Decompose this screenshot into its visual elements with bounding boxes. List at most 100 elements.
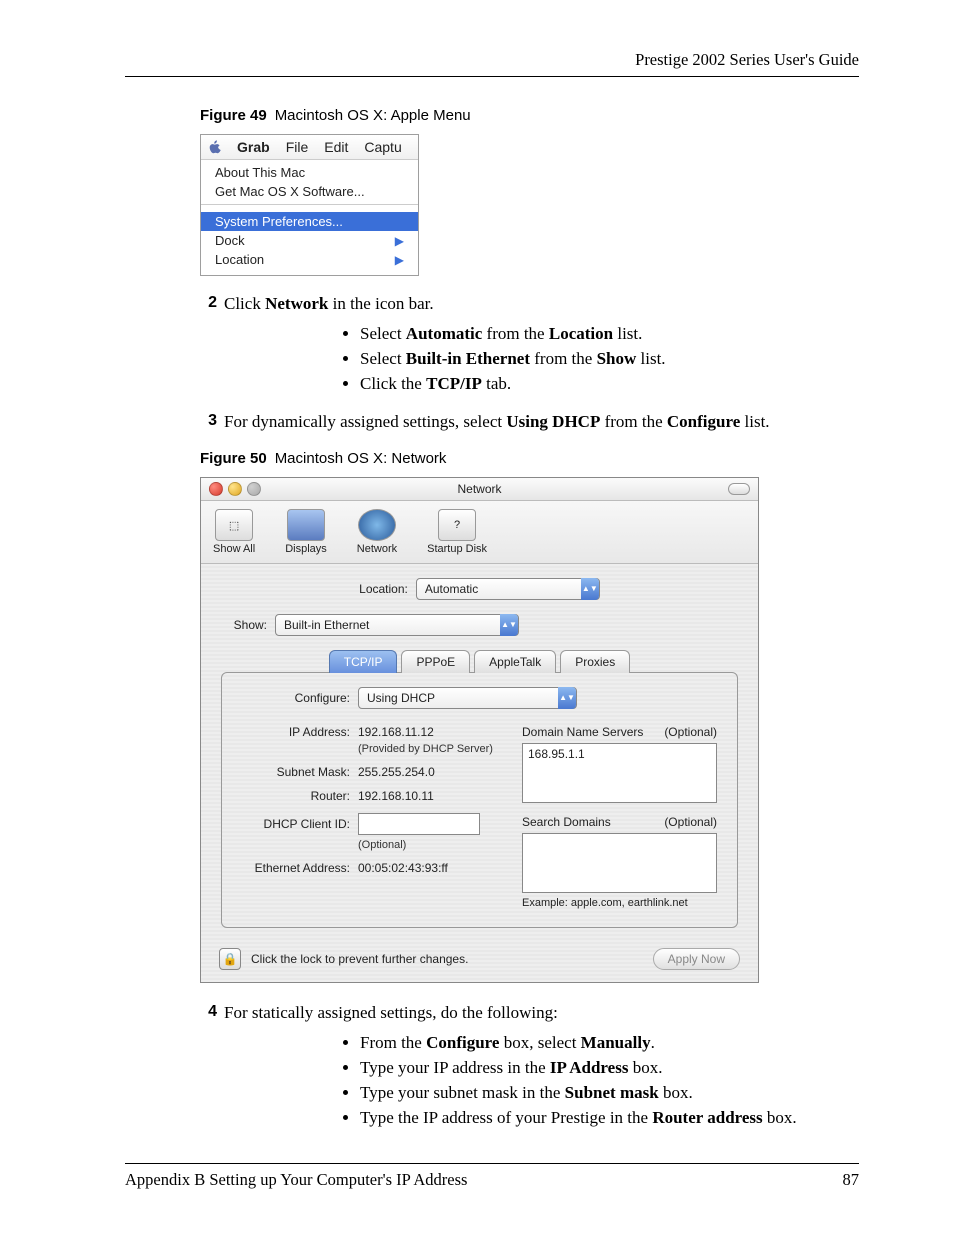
- zoom-icon[interactable]: [247, 482, 261, 496]
- apple-icon[interactable]: [207, 140, 221, 154]
- toolbar: ⬚ Show All Displays Network ? Startup Disk: [201, 501, 758, 564]
- page-footer: Appendix B Setting up Your Computer's IP…: [125, 1163, 859, 1190]
- displays-icon: [287, 509, 325, 541]
- search-label: Search Domains: [522, 815, 611, 829]
- fig49-text: Macintosh OS X: Apple Menu: [275, 107, 471, 124]
- fig50-num: Figure 50: [200, 450, 267, 467]
- show-select[interactable]: Built-in Ethernet▲▼: [275, 614, 519, 636]
- step-num: 4: [200, 1003, 217, 1023]
- location-label: Location:: [359, 582, 408, 596]
- menubar-app[interactable]: Grab: [237, 139, 270, 155]
- step4-bullets: From the Configure box, select Manually.…: [360, 1033, 859, 1128]
- menu-dock[interactable]: Dock ▶: [201, 231, 418, 250]
- search-textarea[interactable]: [522, 833, 717, 893]
- bullet: Select Built-in Ethernet from the Show l…: [360, 349, 859, 369]
- router-value: 192.168.10.11: [358, 789, 434, 803]
- t: in the icon bar.: [328, 294, 433, 313]
- t: Network: [265, 294, 328, 313]
- footer-appendix: Appendix B Setting up Your Computer's IP…: [125, 1170, 467, 1190]
- toolbar-showall[interactable]: ⬚ Show All: [213, 509, 255, 555]
- ip-value: 192.168.11.12: [358, 725, 434, 739]
- step-4: 4 For statically assigned settings, do t…: [200, 1003, 859, 1023]
- submenu-arrow-icon: ▶: [395, 234, 404, 248]
- configure-label: Configure:: [242, 691, 350, 705]
- figure49-caption: Figure 49 Macintosh OS X: Apple Menu: [200, 107, 859, 124]
- subnet-label: Subnet Mask:: [242, 765, 350, 779]
- submenu-arrow-icon: ▶: [395, 253, 404, 267]
- toolbar-startup[interactable]: ? Startup Disk: [427, 509, 487, 555]
- menu-location-label: Location: [215, 252, 264, 267]
- chevron-updown-icon: ▲▼: [558, 687, 576, 709]
- step-2: 2 Click Network in the icon bar.: [200, 294, 859, 314]
- menu-sysprefs[interactable]: System Preferences...: [201, 212, 418, 231]
- fig49-num: Figure 49: [200, 107, 267, 124]
- chevron-updown-icon: ▲▼: [581, 578, 599, 600]
- configure-value: Using DHCP: [367, 691, 435, 705]
- figure50-screenshot: Network ⬚ Show All Displays Network ? Star…: [200, 477, 759, 983]
- step-num: 3: [200, 412, 217, 432]
- dns-textarea[interactable]: 168.95.1.1: [522, 743, 717, 803]
- apple-menubar: Grab File Edit Captu: [201, 135, 418, 160]
- tab-tcpip[interactable]: TCP/IP: [329, 650, 398, 673]
- dns-label: Domain Name Servers: [522, 725, 643, 739]
- lock-text: Click the lock to prevent further change…: [251, 952, 468, 966]
- bullet: Type your IP address in the IP Address b…: [360, 1058, 859, 1078]
- network-icon: [358, 509, 396, 541]
- footer-page: 87: [843, 1170, 860, 1190]
- toolbar-label: Startup Disk: [427, 543, 487, 555]
- apply-button[interactable]: Apply Now: [653, 948, 740, 970]
- router-label: Router:: [242, 789, 350, 803]
- showall-icon: ⬚: [215, 509, 253, 541]
- tab-appletalk[interactable]: AppleTalk: [474, 650, 556, 673]
- lock-row: 🔒 Click the lock to prevent further chan…: [201, 940, 758, 982]
- bullet: Click the TCP/IP tab.: [360, 374, 859, 394]
- bullet: Type the IP address of your Prestige in …: [360, 1108, 859, 1128]
- menubar-edit[interactable]: Edit: [324, 139, 348, 155]
- menu-software[interactable]: Get Mac OS X Software...: [201, 182, 418, 201]
- tab-proxies[interactable]: Proxies: [560, 650, 630, 673]
- step4-text: For statically assigned settings, do the…: [224, 1003, 558, 1023]
- left-column: IP Address:192.168.11.12 (Provided by DH…: [242, 725, 502, 909]
- lock-icon[interactable]: 🔒: [219, 948, 241, 970]
- eth-label: Ethernet Address:: [242, 861, 350, 875]
- startup-icon: ?: [438, 509, 476, 541]
- dhcpid-input[interactable]: [358, 813, 480, 835]
- step-num: 2: [200, 294, 217, 314]
- toolbar-network[interactable]: Network: [357, 509, 397, 555]
- tab-pppoe[interactable]: PPPoE: [401, 650, 470, 673]
- configure-select[interactable]: Using DHCP ▲▼: [358, 687, 577, 709]
- minimize-icon[interactable]: [228, 482, 242, 496]
- dns-value: 168.95.1.1: [528, 747, 585, 761]
- menu-separator: [201, 204, 418, 209]
- show-value: Built-in Ethernet: [284, 618, 369, 632]
- toolbar-label: Show All: [213, 543, 255, 555]
- toolbar-label: Displays: [285, 543, 327, 555]
- toolbar-label: Network: [357, 543, 397, 555]
- close-icon[interactable]: [209, 482, 223, 496]
- menu-dock-label: Dock: [215, 233, 245, 248]
- tcpip-panel: Configure: Using DHCP ▲▼ IP Address:192.1…: [221, 672, 738, 928]
- show-label: Show:: [229, 618, 267, 632]
- titlebar: Network: [201, 478, 758, 501]
- dhcpid-label: DHCP Client ID:: [242, 817, 350, 831]
- page-header: Prestige 2002 Series User's Guide: [125, 50, 859, 77]
- tabs: TCP/IP PPPoE AppleTalk Proxies: [221, 650, 738, 673]
- search-example: Example: apple.com, earthlink.net: [522, 897, 717, 909]
- bullet: Type your subnet mask in the Subnet mask…: [360, 1083, 859, 1103]
- dns-optional: (Optional): [664, 725, 717, 739]
- figure50-caption: Figure 50 Macintosh OS X: Network: [200, 450, 859, 467]
- toolbar-displays[interactable]: Displays: [285, 509, 327, 555]
- menu-location[interactable]: Location ▶: [201, 250, 418, 269]
- search-optional: (Optional): [664, 815, 717, 829]
- menubar-file[interactable]: File: [286, 139, 309, 155]
- step2-bullets: Select Automatic from the Location list.…: [360, 324, 859, 394]
- dhcpid-note: (Optional): [358, 839, 502, 851]
- toolbar-toggle-icon[interactable]: [728, 483, 750, 495]
- figure49-screenshot: Grab File Edit Captu About This Mac Get …: [200, 134, 419, 276]
- menubar-capture[interactable]: Captu: [364, 139, 401, 155]
- fig50-text: Macintosh OS X: Network: [275, 450, 447, 467]
- step-3: 3 For dynamically assigned settings, sel…: [200, 412, 859, 432]
- menu-about[interactable]: About This Mac: [201, 163, 418, 182]
- bullet: From the Configure box, select Manually.: [360, 1033, 859, 1053]
- location-select[interactable]: Automatic▲▼: [416, 578, 600, 600]
